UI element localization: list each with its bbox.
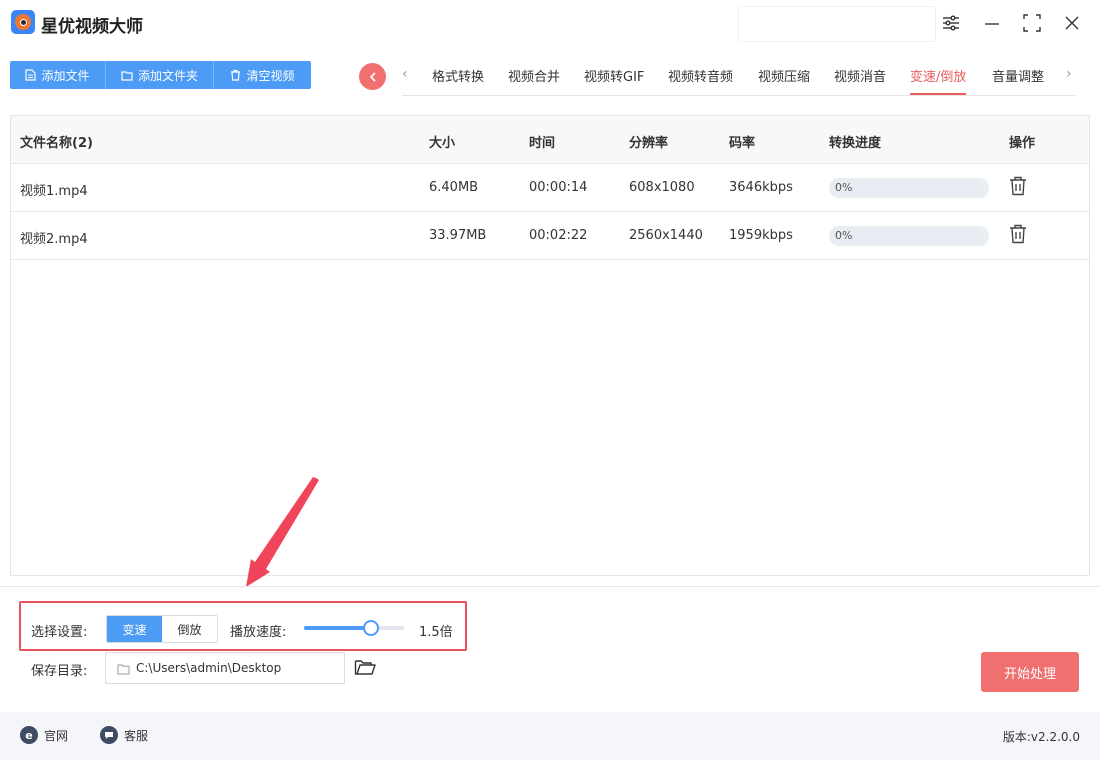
folder-icon — [117, 664, 130, 675]
playback-speed-label: 播放速度: — [230, 625, 287, 640]
header-progress: 转换进度 — [829, 136, 882, 151]
file-name: 视频1.mp4 — [20, 184, 88, 199]
table-row[interactable]: 视频2.mp4 33.97MB 00:02:22 2560x1440 1959k… — [11, 212, 1089, 260]
header-actions: 操作 — [1009, 136, 1036, 151]
support-label: 客服 — [124, 728, 149, 743]
feature-tabs: ‹ 格式转换 视频合并 视频转GIF 视频转音频 视频压缩 视频消音 变速/倒放… — [402, 58, 1076, 96]
progress-bar: 0% — [829, 226, 989, 246]
progress-bar: 0% — [829, 178, 989, 198]
file-duration: 00:00:14 — [529, 180, 588, 195]
close-icon[interactable] — [1061, 12, 1083, 34]
annotation-arrow-icon — [246, 477, 319, 587]
file-resolution: 608x1080 — [629, 180, 695, 195]
tab-volume-adjust[interactable]: 音量调整 — [992, 66, 1044, 95]
header-size: 大小 — [429, 136, 456, 151]
footer: e 官网 客服 版本:v2.2.0.0 — [0, 712, 1100, 760]
speed-slider[interactable] — [304, 620, 404, 636]
delete-trash-icon[interactable] — [1009, 176, 1027, 200]
mode-toggle: 变速 倒放 — [106, 615, 218, 643]
table-header: 文件名称(2) 大小 时间 分辨率 码率 转换进度 操作 — [11, 116, 1089, 164]
support-link[interactable]: 客服 — [100, 726, 148, 744]
chevron-left-icon — [369, 71, 376, 82]
file-size: 33.97MB — [429, 228, 487, 243]
file-name: 视频2.mp4 — [20, 232, 88, 247]
tab-video-to-gif[interactable]: 视频转GIF — [584, 66, 644, 95]
header-file-name: 文件名称(2) — [20, 136, 93, 151]
website-link[interactable]: e 官网 — [20, 726, 68, 744]
save-dir-input[interactable] — [136, 653, 341, 683]
save-dir-field[interactable] — [105, 652, 345, 684]
open-folder-icon[interactable] — [354, 657, 376, 681]
tab-video-to-audio[interactable]: 视频转音频 — [668, 66, 733, 95]
header-duration: 时间 — [529, 136, 556, 151]
add-file-label: 添加文件 — [41, 68, 90, 83]
file-bitrate: 1959kbps — [729, 228, 793, 243]
save-dir-label: 保存目录: — [31, 664, 88, 679]
clear-videos-label: 清空视频 — [246, 68, 295, 83]
file-resolution: 2560x1440 — [629, 228, 703, 243]
app-logo-icon — [11, 10, 35, 34]
tab-speed-reverse[interactable]: 变速/倒放 — [910, 66, 967, 95]
file-icon — [25, 69, 37, 81]
select-setting-label: 选择设置: — [31, 625, 88, 640]
app-title: 星优视频大师 — [41, 17, 143, 37]
tab-video-merge[interactable]: 视频合并 — [508, 66, 560, 95]
mode-speed-button[interactable]: 变速 — [107, 616, 162, 642]
add-folder-button[interactable]: 添加文件夹 — [106, 61, 214, 89]
minimize-icon[interactable] — [981, 12, 1003, 34]
clear-videos-button[interactable]: 清空视频 — [214, 61, 311, 89]
tab-video-compress[interactable]: 视频压缩 — [758, 66, 810, 95]
collapse-button[interactable] — [359, 63, 386, 90]
add-file-button[interactable]: 添加文件 — [10, 61, 106, 89]
folder-icon — [121, 70, 133, 81]
trash-icon — [231, 69, 241, 81]
delete-trash-icon[interactable] — [1009, 224, 1027, 248]
version-text: 版本:v2.2.0.0 — [1002, 730, 1080, 744]
maximize-icon[interactable] — [1021, 12, 1043, 34]
tabs-scroll-right-icon[interactable]: › — [1066, 66, 1072, 82]
add-folder-label: 添加文件夹 — [137, 68, 198, 83]
header-resolution: 分辨率 — [629, 136, 669, 151]
settings-sliders-icon[interactable] — [940, 12, 962, 34]
file-size: 6.40MB — [429, 180, 479, 195]
speed-value: 1.5倍 — [419, 625, 453, 640]
file-duration: 00:02:22 — [529, 228, 588, 243]
website-label: 官网 — [44, 728, 69, 743]
progress-text: 0% — [835, 181, 853, 194]
tab-format-convert[interactable]: 格式转换 — [432, 66, 484, 95]
tabs-scroll-left-icon[interactable]: ‹ — [402, 66, 408, 82]
speed-slider-fill — [304, 626, 371, 630]
mode-reverse-button[interactable]: 倒放 — [162, 616, 217, 642]
file-table: 文件名称(2) 大小 时间 分辨率 码率 转换进度 操作 视频1.mp4 6.4… — [10, 115, 1090, 576]
tab-video-mute[interactable]: 视频消音 — [834, 66, 886, 95]
title-bar: 星优视频大师 — [0, 0, 1100, 48]
file-bitrate: 3646kbps — [729, 180, 793, 195]
file-action-group: 添加文件 添加文件夹 清空视频 — [10, 61, 311, 89]
ie-icon: e — [20, 726, 38, 744]
title-bar-blank-area — [739, 7, 935, 41]
start-processing-button[interactable]: 开始处理 — [981, 652, 1079, 692]
progress-text: 0% — [835, 229, 853, 242]
header-bitrate: 码率 — [729, 136, 756, 151]
table-row[interactable]: 视频1.mp4 6.40MB 00:00:14 608x1080 3646kbp… — [11, 164, 1089, 212]
chat-bubble-icon — [100, 726, 118, 744]
speed-slider-handle[interactable] — [363, 620, 379, 636]
